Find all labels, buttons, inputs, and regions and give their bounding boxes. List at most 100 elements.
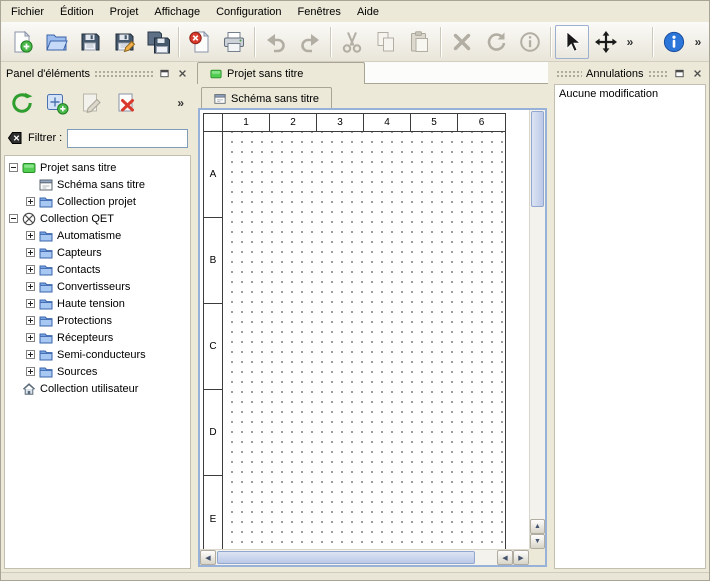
undo-panel-titlebar[interactable]: Annulations [554,65,706,82]
tree-item-label: Collection projet [57,196,136,208]
tree-item-protections[interactable]: Protections [5,312,190,329]
elements-panel-titlebar[interactable]: Panel d'éléments [4,65,191,82]
collapse-expander-icon[interactable] [9,214,18,223]
clear-filter-icon[interactable] [7,130,23,146]
toolbar-overflow-chevron[interactable]: » [691,25,705,59]
tree-item-capteurs[interactable]: Capteurs [5,244,190,261]
redo-button[interactable] [293,25,327,59]
vertical-scroll-thumb[interactable] [531,111,544,207]
menu-fenetres[interactable]: Fenêtres [290,1,349,22]
save-button[interactable] [73,25,107,59]
folder-icon [39,314,53,328]
open-project-button[interactable] [39,25,73,59]
scroll-left-button-secondary[interactable]: ◀ [497,550,513,565]
expand-expander-icon[interactable] [26,265,35,274]
tree-item-label: Automatisme [57,230,121,242]
dock-grip[interactable] [648,70,669,78]
tree-item-semi-conducteurs[interactable]: Semi-conducteurs [5,346,190,363]
column-label: 5 [411,114,458,131]
delete-element-button[interactable] [111,87,143,119]
panel-toolbar-overflow-chevron[interactable]: » [172,96,189,110]
filter-input[interactable] [67,129,188,148]
undo-list-item[interactable]: Aucune modification [559,88,701,100]
dock-grip[interactable] [94,70,153,78]
close-panel-button[interactable] [690,67,704,81]
tree-item-sources[interactable]: Sources [5,363,190,380]
expand-expander-icon[interactable] [26,350,35,359]
vertical-scroll-track[interactable] [530,208,545,519]
expand-expander-icon[interactable] [26,197,35,206]
save-all-button[interactable] [141,25,175,59]
elements-tree: Projet sans titre Schéma sans titre Coll… [4,155,191,569]
diagram-canvas[interactable] [223,132,505,549]
expand-expander-icon[interactable] [26,231,35,240]
horizontal-scroll-thumb[interactable] [217,551,475,564]
reload-collections-button[interactable] [6,87,38,119]
menu-aide[interactable]: Aide [349,1,387,22]
copy-button[interactable] [369,25,403,59]
save-as-button[interactable] [107,25,141,59]
diagram-viewport[interactable]: 1 2 3 4 5 6 A B C [200,110,529,549]
tree-item-schema-sans-titre[interactable]: Schéma sans titre [5,176,190,193]
menu-fichier[interactable]: Fichier [3,1,52,22]
tree-item-collection-qet[interactable]: Collection QET [5,210,190,227]
properties-button[interactable] [513,25,547,59]
tab-projet-sans-titre[interactable]: Projet sans titre [197,62,365,84]
tree-item-contacts[interactable]: Contacts [5,261,190,278]
scroll-up-button[interactable]: ▲ [530,519,545,534]
new-element-button[interactable] [41,87,73,119]
horizontal-scroll-track[interactable] [476,550,497,565]
tree-item-convertisseurs[interactable]: Convertisseurs [5,278,190,295]
select-tool-button[interactable] [555,25,589,59]
scroll-right-button[interactable]: ▶ [513,550,529,565]
tree-item-collection-utilisateur[interactable]: Collection utilisateur [5,380,190,397]
paste-button[interactable] [403,25,437,59]
expand-expander-icon[interactable] [26,282,35,291]
tree-item-projet-sans-titre[interactable]: Projet sans titre [5,159,190,176]
paste-icon [408,30,432,54]
tree-item-label: Collection utilisateur [40,383,138,395]
expand-expander-icon[interactable] [26,316,35,325]
tree-item-automatisme[interactable]: Automatisme [5,227,190,244]
float-panel-button[interactable] [157,67,171,81]
properties-icon [518,30,542,54]
toolbar-separator [652,27,654,57]
scroll-down-button[interactable]: ▼ [530,534,545,549]
expand-expander-icon[interactable] [26,333,35,342]
new-document-button[interactable] [5,25,39,59]
horizontal-scrollbar[interactable]: ◀ ◀ ▶ [200,549,529,565]
float-panel-button[interactable] [672,67,686,81]
diagram-tabbar: Schéma sans titre [198,86,547,108]
menu-affichage[interactable]: Affichage [146,1,208,22]
toolbar-separator [440,27,442,57]
expand-expander-icon[interactable] [26,248,35,257]
print-button[interactable] [217,25,251,59]
close-file-button[interactable] [183,25,217,59]
undo-button[interactable] [259,25,293,59]
rotate-button[interactable] [479,25,513,59]
tree-item-collection-projet[interactable]: Collection projet [5,193,190,210]
tree-item-haute-tension[interactable]: Haute tension [5,295,190,312]
save-as-icon [112,30,136,54]
vertical-scrollbar[interactable]: ▲ ▼ [529,110,545,549]
save-icon [78,30,102,54]
scroll-left-button[interactable]: ◀ [200,550,216,565]
cut-button[interactable] [335,25,369,59]
row-label: D [204,390,222,476]
dock-grip[interactable] [556,70,582,78]
expand-expander-icon[interactable] [26,299,35,308]
menu-configuration[interactable]: Configuration [208,1,289,22]
tree-item-recepteurs[interactable]: Récepteurs [5,329,190,346]
move-tool-button[interactable] [589,25,623,59]
ruler-corner [204,114,223,131]
collapse-expander-icon[interactable] [9,163,18,172]
menu-edition[interactable]: Édition [52,1,102,22]
about-button[interactable] [657,25,691,59]
expand-expander-icon[interactable] [26,367,35,376]
delete-button[interactable] [445,25,479,59]
close-panel-button[interactable] [175,67,189,81]
edit-element-button[interactable] [76,87,108,119]
menu-projet[interactable]: Projet [102,1,147,22]
toolbar-overflow-chevron[interactable]: » [623,22,637,61]
tab-schema-sans-titre[interactable]: Schéma sans titre [201,87,332,109]
